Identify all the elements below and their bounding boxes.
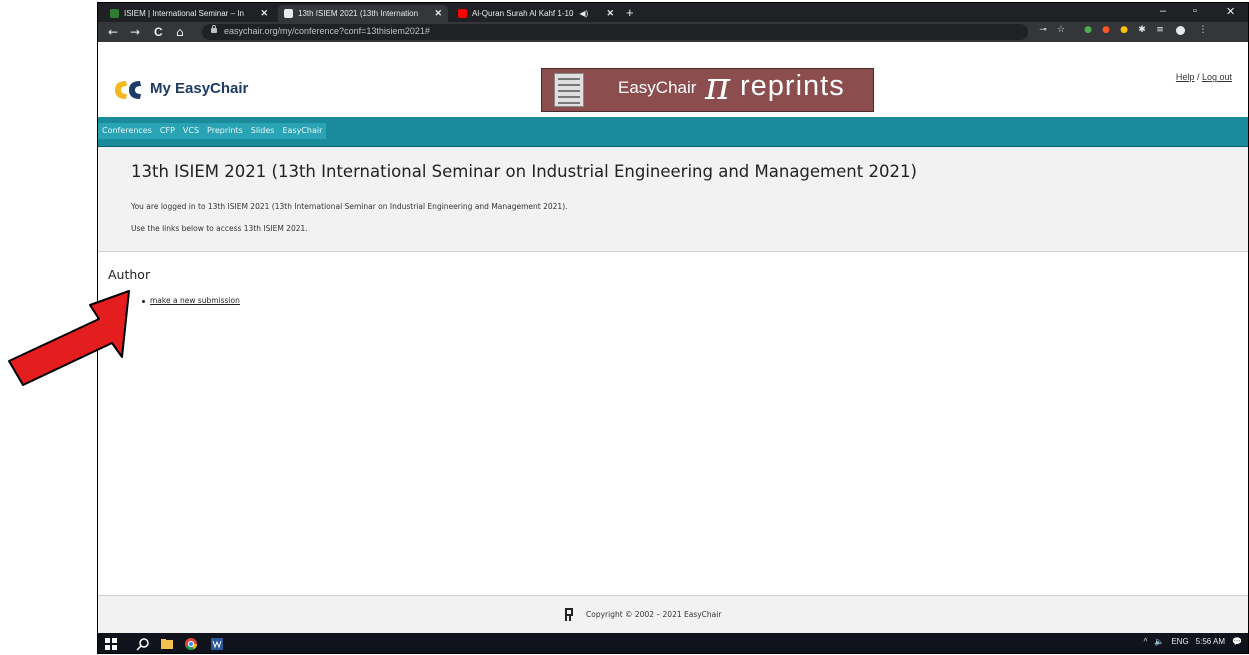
easychair-page: My EasyChair EasyChair π reprints Help /…	[98, 42, 1248, 633]
banner-suffix: reprints	[740, 70, 845, 102]
profile-icon[interactable]	[1176, 26, 1185, 35]
new-tab-button[interactable]: +	[626, 5, 634, 20]
browser-toolbar: ← → C ⌂ easychair.org/my/conference?conf…	[98, 22, 1248, 42]
notification-icon[interactable]: 💬	[1232, 637, 1242, 646]
banner-pi: π	[705, 64, 730, 108]
file-explorer-icon[interactable]	[160, 637, 174, 651]
system-tray: ^ 🔈 ENG 5:56 AM 💬	[1144, 637, 1242, 646]
page-title: 13th ISIEM 2021 (13th International Semi…	[131, 162, 917, 181]
word-icon[interactable]	[210, 637, 224, 651]
easychair-logo-icon	[115, 81, 141, 99]
red-arrow-annotation-icon	[8, 290, 130, 386]
back-button[interactable]: ←	[108, 24, 118, 40]
link-separator: /	[1196, 72, 1200, 82]
document-stack-icon	[554, 73, 584, 107]
search-icon[interactable]	[136, 637, 150, 651]
help-link[interactable]: Help	[1176, 72, 1195, 82]
address-bar[interactable]: easychair.org/my/conference?conf=13thisi…	[202, 24, 1028, 40]
extension-3-icon[interactable]: ●	[1119, 25, 1129, 35]
banner-brand: EasyChair	[618, 78, 697, 97]
close-window-button[interactable]: ✕	[1226, 5, 1235, 18]
browser-window: ISIEM | International Seminar – In ✕ 13t…	[97, 2, 1249, 654]
close-tab-icon[interactable]: ✕	[430, 8, 442, 19]
minimize-button[interactable]: –	[1160, 5, 1166, 17]
star-icon[interactable]: ☆	[1056, 25, 1066, 35]
close-tab-icon[interactable]: ✕	[602, 8, 614, 19]
menu-preprints[interactable]: Preprints	[203, 123, 247, 139]
tab-title: ISIEM | International Seminar – In	[124, 9, 244, 18]
tab-isiem[interactable]: ISIEM | International Seminar – In ✕	[104, 5, 274, 22]
show-hidden-icons-chevron-icon[interactable]: ^	[1144, 637, 1148, 646]
menu-items: Conferences CFP VCS Preprints Slides Eas…	[98, 123, 327, 139]
conference-intro: 13th ISIEM 2021 (13th International Semi…	[98, 147, 1248, 252]
forward-button[interactable]: →	[130, 24, 140, 40]
url-text[interactable]: easychair.org/my/conference?conf=13thisi…	[224, 26, 430, 36]
language-indicator[interactable]: ENG	[1171, 637, 1188, 646]
menu-slides[interactable]: Slides	[247, 123, 279, 139]
menu-cfp[interactable]: CFP	[156, 123, 179, 139]
tab-strip: ISIEM | International Seminar – In ✕ 13t…	[98, 3, 1248, 22]
logout-link[interactable]: Log out	[1202, 72, 1232, 82]
tab-easychair[interactable]: 13th ISIEM 2021 (13th Internation ✕	[278, 5, 448, 22]
menu-icon[interactable]: ⋮	[1198, 25, 1208, 35]
tab-title: 13th ISIEM 2021 (13th Internation	[298, 9, 419, 18]
windows-start-icon[interactable]	[104, 637, 118, 651]
extension-2-icon[interactable]: ●	[1101, 25, 1111, 35]
tab-title: Al-Quran Surah Al Kahf 1-10	[472, 9, 574, 18]
menu-easychair[interactable]: EasyChair	[278, 123, 326, 139]
menu-vcs[interactable]: VCS	[179, 123, 203, 139]
logged-in-text: You are logged in to 13th ISIEM 2021 (13…	[131, 202, 568, 211]
copyright-text: Copyright © 2002 – 2021 EasyChair	[586, 610, 722, 619]
list-item: make a new submission	[142, 296, 240, 305]
key-icon[interactable]: ⊸	[1038, 25, 1048, 35]
speaker-icon[interactable]: ◀)	[579, 9, 588, 18]
windows-taskbar: ^ 🔈 ENG 5:56 AM 💬	[98, 633, 1248, 653]
bullet-icon	[142, 299, 145, 303]
logo-text[interactable]: My EasyChair	[150, 80, 248, 97]
tab-youtube[interactable]: Al-Quran Surah Al Kahf 1-10 ◀) ✕	[452, 5, 620, 22]
author-heading: Author	[108, 267, 151, 282]
isiem-favicon-icon	[110, 9, 119, 18]
page-header: My EasyChair EasyChair π reprints Help /…	[98, 42, 1248, 117]
close-tab-icon[interactable]: ✕	[256, 8, 268, 19]
youtube-favicon-icon	[458, 9, 467, 18]
chair-icon	[565, 608, 573, 621]
easychair-preprints-banner[interactable]: EasyChair π reprints	[541, 64, 874, 112]
volume-icon[interactable]: 🔈	[1154, 637, 1164, 646]
help-links: Help / Log out	[1176, 72, 1232, 82]
extension-1-icon[interactable]: ●	[1083, 25, 1093, 35]
clock[interactable]: 5:56 AM	[1196, 637, 1225, 646]
main-menu: Conferences CFP VCS Preprints Slides Eas…	[98, 117, 1248, 147]
new-submission-link[interactable]: make a new submission	[150, 296, 240, 305]
puzzle-icon[interactable]: ✱	[1137, 25, 1147, 35]
easychair-favicon-icon	[284, 9, 293, 18]
instructions-text: Use the links below to access 13th ISIEM…	[131, 224, 308, 233]
maximize-button[interactable]: ▫	[1193, 5, 1197, 17]
reading-list-icon[interactable]: ≡	[1155, 25, 1165, 35]
chrome-icon[interactable]	[184, 637, 198, 651]
page-footer: Copyright © 2002 – 2021 EasyChair	[98, 595, 1248, 633]
lock-icon	[211, 25, 217, 33]
menu-conferences[interactable]: Conferences	[98, 123, 156, 139]
reload-button[interactable]: C	[154, 24, 163, 40]
home-button[interactable]: ⌂	[176, 24, 184, 40]
